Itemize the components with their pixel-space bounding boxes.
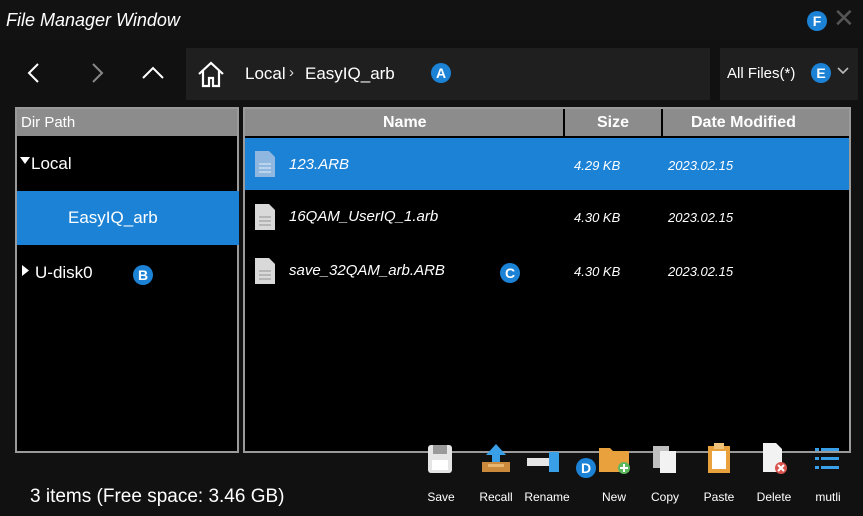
file-filter-label: All Files(*) bbox=[727, 65, 796, 82]
triangle-right-icon bbox=[22, 265, 29, 276]
breadcrumb-separator: › bbox=[289, 64, 294, 81]
callout-badge-c: C bbox=[500, 263, 520, 283]
dir-item-u-disk0[interactable]: U-disk0 bbox=[18, 255, 238, 291]
rename-label: Rename bbox=[524, 490, 570, 504]
copy-button[interactable]: Copy bbox=[643, 436, 687, 516]
chevron-right-icon bbox=[92, 63, 104, 83]
paste-button[interactable]: Paste bbox=[697, 436, 741, 516]
copy-icon bbox=[653, 446, 676, 473]
column-header-size[interactable]: Size bbox=[597, 114, 629, 132]
delete-button[interactable]: Delete bbox=[752, 436, 796, 516]
new-folder-icon bbox=[599, 448, 630, 474]
file-date: 2023.02.15 bbox=[668, 158, 734, 173]
save-label: Save bbox=[427, 490, 455, 504]
dir-item-label: U-disk0 bbox=[35, 263, 93, 282]
status-text: 3 items (Free space: 3.46 GB) bbox=[30, 486, 285, 507]
rename-button[interactable]: Rename bbox=[521, 436, 573, 516]
dir-item-label: EasyIQ_arb bbox=[68, 208, 158, 227]
close-icon[interactable]: ✕ bbox=[833, 5, 855, 31]
multi-select-button[interactable]: mutli bbox=[808, 436, 848, 516]
delete-file-icon bbox=[763, 443, 787, 474]
file-icon bbox=[255, 258, 275, 284]
recall-button[interactable]: Recall bbox=[474, 436, 518, 516]
file-icon bbox=[255, 204, 275, 230]
chevron-left-icon bbox=[27, 63, 39, 83]
paste-label: Paste bbox=[703, 490, 735, 504]
file-size: 4.30 KB bbox=[574, 264, 621, 279]
file-name[interactable]: 16QAM_UserIQ_1.arb bbox=[289, 208, 438, 225]
new-button[interactable]: New bbox=[592, 436, 636, 516]
delete-label: Delete bbox=[756, 490, 792, 504]
directory-header-label: Dir Path bbox=[21, 114, 76, 131]
up-button[interactable] bbox=[132, 48, 172, 96]
window-title: File Manager Window bbox=[6, 10, 180, 30]
multi-label: mutli bbox=[815, 490, 841, 504]
column-header-name[interactable]: Name bbox=[383, 114, 427, 132]
chevron-down-icon bbox=[837, 67, 849, 75]
file-date: 2023.02.15 bbox=[668, 210, 734, 225]
file-name[interactable]: 123.ARB bbox=[289, 156, 349, 173]
chevron-up-icon bbox=[142, 66, 164, 79]
forward-button[interactable] bbox=[80, 48, 120, 96]
new-label: New bbox=[601, 490, 626, 504]
recall-icon bbox=[482, 444, 510, 472]
list-icon bbox=[815, 448, 839, 469]
rename-icon bbox=[527, 452, 559, 472]
dir-item-local[interactable]: Local bbox=[18, 148, 238, 184]
file-size: 4.30 KB bbox=[574, 210, 621, 225]
file-icon bbox=[255, 151, 275, 177]
triangle-down-icon bbox=[20, 157, 30, 164]
file-name[interactable]: save_32QAM_arb.ARB bbox=[289, 262, 445, 279]
breadcrumb-item-easyiq-arb[interactable]: EasyIQ_arb bbox=[305, 64, 395, 84]
callout-badge-b: B bbox=[133, 265, 153, 285]
dir-item-easyiq-arb[interactable]: EasyIQ_arb bbox=[17, 191, 239, 245]
callout-badge-f: F bbox=[807, 11, 827, 31]
file-date: 2023.02.15 bbox=[668, 264, 734, 279]
dir-item-label: Local bbox=[31, 154, 72, 173]
column-header-date-modified[interactable]: Date Modified bbox=[691, 114, 796, 132]
file-size: 4.29 KB bbox=[574, 158, 621, 173]
callout-badge-e: E bbox=[811, 63, 831, 83]
save-icon bbox=[428, 445, 452, 473]
recall-label: Recall bbox=[479, 490, 513, 504]
breadcrumb-item-local[interactable]: Local bbox=[245, 64, 286, 84]
column-divider bbox=[661, 109, 663, 136]
column-divider bbox=[563, 109, 565, 136]
paste-icon bbox=[708, 443, 730, 473]
home-icon[interactable] bbox=[196, 60, 226, 88]
callout-badge-a: A bbox=[431, 63, 451, 83]
back-button[interactable] bbox=[16, 48, 56, 96]
copy-label: Copy bbox=[650, 490, 679, 504]
save-button[interactable]: Save bbox=[419, 436, 463, 516]
